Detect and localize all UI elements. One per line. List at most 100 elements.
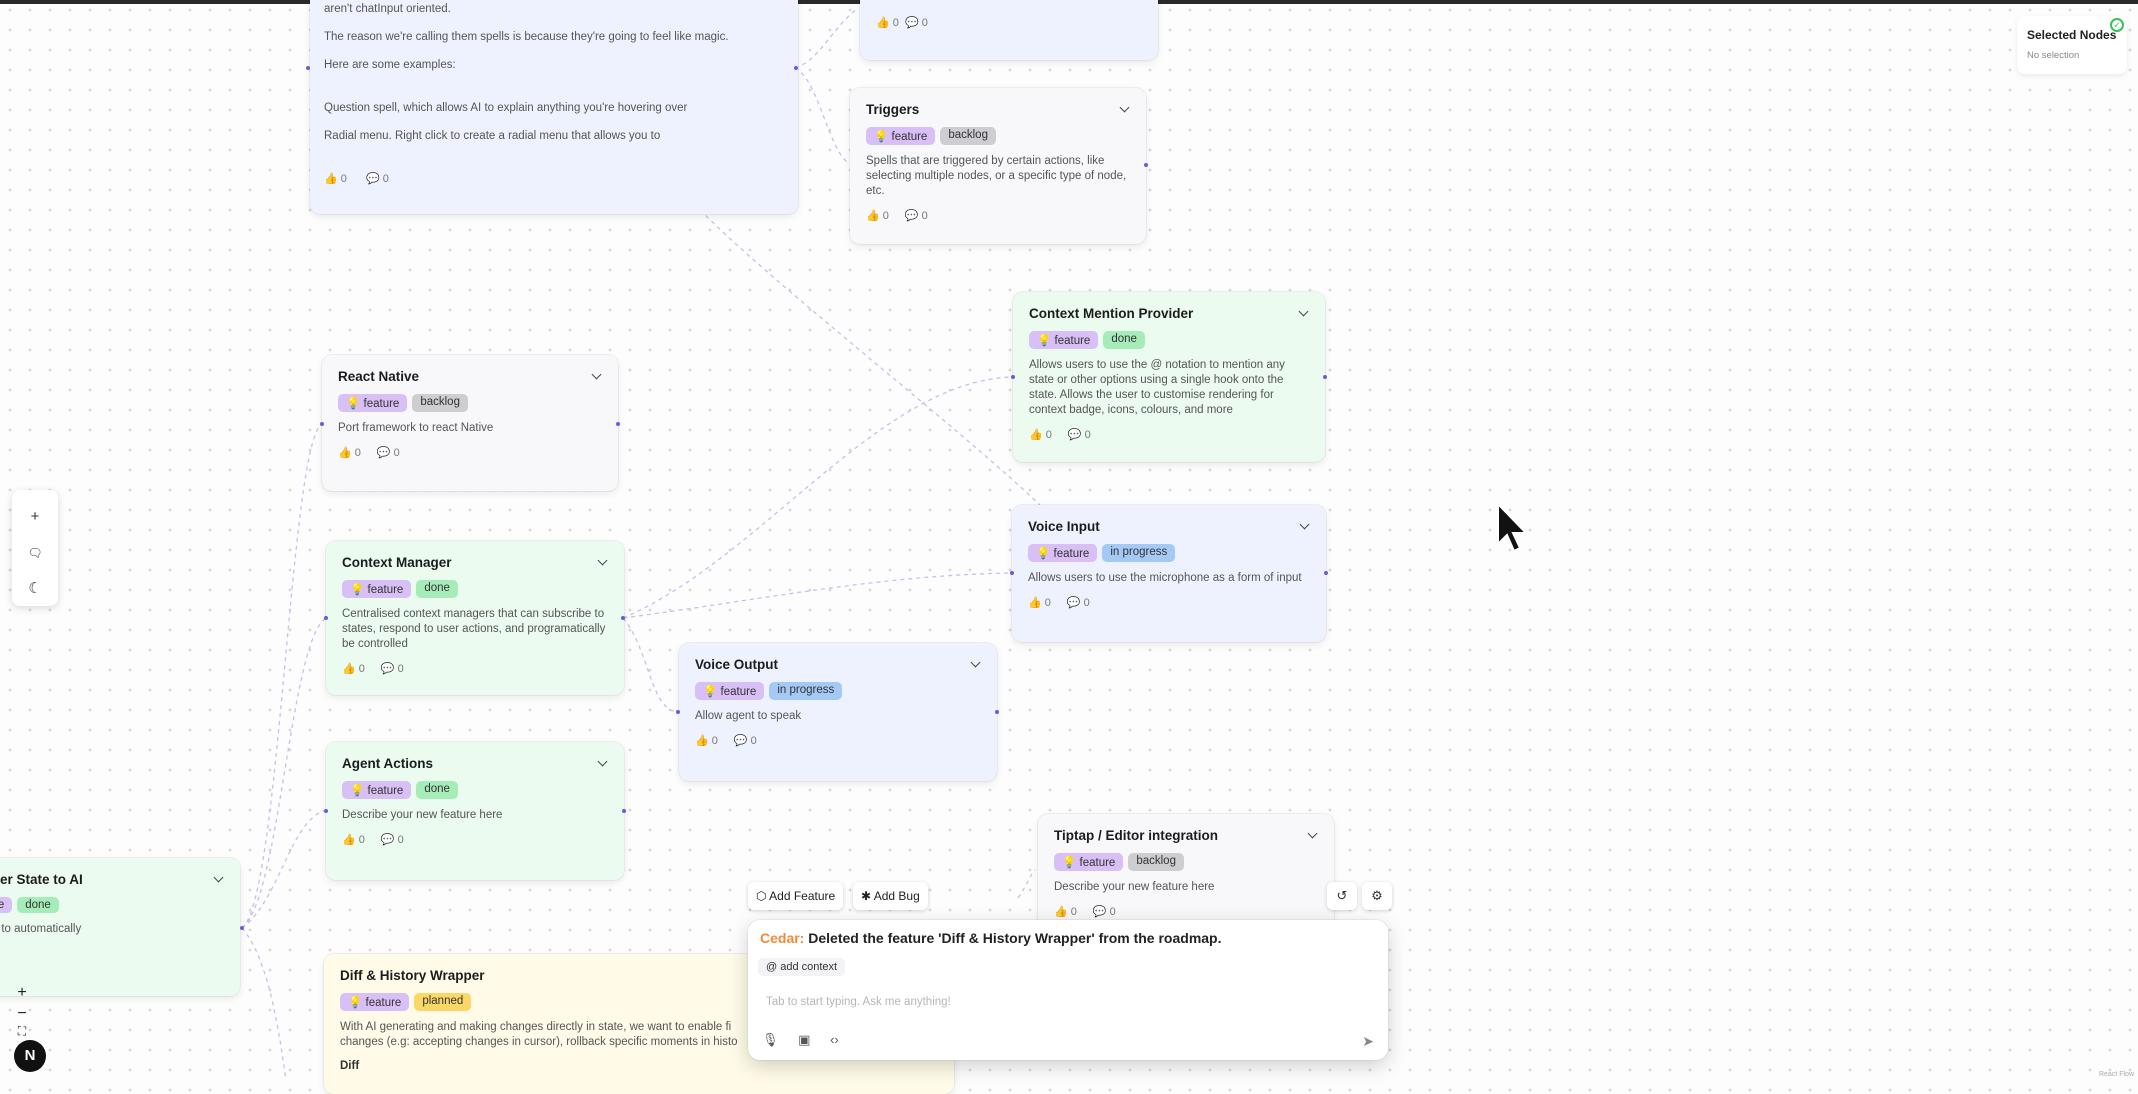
like-button[interactable]: 👍 0 [1028, 597, 1059, 609]
tag-type: ature [0, 897, 13, 913]
top-feature-node[interactable]: 👍 0 💬 0 [860, 0, 1158, 60]
comment-button[interactable]: 💬 0 [366, 173, 397, 185]
handle-dot [320, 422, 324, 426]
handle-dot [995, 710, 999, 714]
feature-node-react-native[interactable]: React Native 💡 feature backlog Port frame… [322, 355, 618, 491]
add-bug-button[interactable]: ✱ Add Bug [853, 882, 928, 910]
like-button[interactable]: 👍 0 [1029, 429, 1060, 441]
handle-dot [324, 809, 328, 813]
like-button[interactable]: 👍 0 [324, 173, 355, 185]
handle-dot [621, 616, 625, 620]
node-stats: 👍 0 💬 0 [695, 734, 981, 747]
microphone-icon[interactable]: 🎙 [762, 1032, 779, 1047]
canvas-toolbar: + 🗨 ☾ [12, 490, 58, 606]
comment-button[interactable]: 💬 0 [734, 735, 765, 747]
handle-dot [1323, 375, 1327, 379]
tag-status: backlog [1128, 853, 1184, 871]
comment-button[interactable]: 💬 0 [381, 834, 412, 846]
spells-line: Question spell, which allows AI to expla… [324, 102, 688, 114]
node-title: React Native [338, 369, 420, 384]
handle-dot [324, 616, 328, 620]
add-feature-button[interactable]: ⬡ Add Feature [748, 882, 844, 910]
add-node-button[interactable]: + [25, 507, 45, 527]
edge [794, 67, 853, 165]
app-logo[interactable]: N [14, 1040, 46, 1072]
feature-node-voice-output[interactable]: Voice Output 💡 feature in progress Allow … [679, 643, 997, 781]
tag-type: 💡 feature [1028, 544, 1098, 562]
handle-dot [1011, 375, 1015, 379]
node-title: Voice Output [695, 657, 778, 672]
like-button[interactable]: 👍 0 [342, 663, 373, 675]
code-icon[interactable]: ‹› [830, 1032, 839, 1047]
add-context-button[interactable]: @ add context [758, 958, 846, 976]
handle-dot [622, 809, 626, 813]
node-title: er State to AI [0, 872, 83, 887]
handle-dot [616, 422, 620, 426]
node-title: Context Manager [342, 555, 452, 570]
package-icon: ⬡ [756, 889, 767, 903]
like-button[interactable]: 👍 0 [342, 834, 373, 846]
comment-button[interactable]: 💬 0 [905, 210, 936, 222]
check-circle-icon: ✓ [2110, 18, 2124, 32]
like-button[interactable]: 👍 0 [695, 735, 726, 747]
node-stats: 👍 0 💬 0 [342, 833, 608, 846]
attribution: React Flow [2098, 1071, 2134, 1078]
edge [622, 376, 1014, 619]
node-description: With AI generating and making changes di… [340, 1021, 738, 1048]
comment-button[interactable]: 💬 0 [1093, 906, 1124, 918]
comment-icon[interactable]: 🗨 [25, 543, 45, 563]
tag-status: planned [414, 993, 472, 1011]
node-description: Describe your new feature here [342, 809, 503, 821]
history-icon[interactable]: ↺ [1327, 882, 1357, 910]
feature-node-context-manager[interactable]: Context Manager 💡 feature done Centralise… [326, 541, 624, 695]
handle-dot [676, 710, 680, 714]
node-description: Spells that are triggered by certain act… [866, 155, 1127, 197]
node-stats: 👍 0 💬 0 [1028, 596, 1310, 609]
node-description: Allows users to use the microphone as a … [1028, 572, 1302, 584]
spells-line: aren't chatInput oriented. [324, 3, 451, 15]
node-section-heading: Diff [340, 1060, 360, 1072]
feature-node-state-to-ai[interactable]: er State to AI ature done users to automa… [0, 858, 240, 996]
tag-type: 💡 feature [866, 127, 936, 145]
like-button[interactable]: 👍 0 [876, 17, 899, 29]
edge [794, 7, 859, 69]
feature-node-voice-input[interactable]: Voice Input 💡 feature in progress Allows … [1012, 505, 1326, 642]
chat-input[interactable]: Tab to start typing. Ask me anything! [766, 996, 1378, 1008]
like-button[interactable]: 👍 0 [338, 447, 369, 459]
chat-speaker: Cedar: [760, 930, 805, 946]
zoom-in-button[interactable]: + [14, 984, 30, 1002]
tag-status: in progress [769, 682, 843, 700]
image-icon[interactable]: ▣ [798, 1032, 810, 1047]
selected-nodes-title: Selected Nodes [2027, 28, 2117, 42]
node-title: Context Mention Provider [1029, 306, 1194, 321]
chat-tools: 🎙 ▣ ‹› [762, 1032, 855, 1048]
handle-dot [1010, 571, 1014, 575]
node-description: Centralised context managers that can su… [342, 608, 606, 650]
feature-node-context-mention-provider[interactable]: Context Mention Provider 💡 feature done A… [1013, 292, 1325, 462]
like-button[interactable]: 👍 0 [1054, 906, 1085, 918]
tag-status: in progress [1102, 544, 1176, 562]
send-icon[interactable]: ➤ [1362, 1033, 1374, 1050]
tag-status: backlog [940, 127, 996, 145]
node-stats: 👍 0 💬 0 [342, 662, 608, 675]
node-title: Triggers [866, 102, 920, 117]
feature-node-agent-actions[interactable]: Agent Actions 💡 feature done Describe you… [326, 742, 624, 880]
comment-button[interactable]: 💬 0 [377, 447, 408, 459]
zoom-out-button[interactable]: − [14, 1005, 30, 1023]
theme-toggle-icon[interactable]: ☾ [25, 579, 45, 599]
like-button[interactable]: 👍 0 [866, 210, 897, 222]
settings-icon[interactable]: ⚙ [1362, 882, 1392, 910]
tag-status: backlog [412, 394, 468, 412]
comment-button[interactable]: 💬 0 [905, 17, 928, 29]
comment-button[interactable]: 💬 0 [1067, 597, 1098, 609]
node-description: users to automatically [0, 923, 82, 935]
chat-panel: Cedar: Deleted the feature 'Diff & Histo… [748, 920, 1388, 1060]
feature-node-tiptap[interactable]: Tiptap / Editor integration 💡 feature bac… [1038, 814, 1334, 926]
node-stats: 👍 0 💬 0 [1054, 905, 1318, 918]
spells-node[interactable]: aren't chatInput oriented. The reason we… [310, 0, 798, 214]
tag-type: 💡 feature [342, 580, 412, 598]
comment-button[interactable]: 💬 0 [1068, 429, 1099, 441]
comment-button[interactable]: 💬 0 [381, 663, 412, 675]
feature-node-triggers[interactable]: Triggers 💡 feature backlog Spells that ar… [850, 88, 1146, 244]
fit-view-button[interactable]: ⛶ [14, 1024, 30, 1039]
